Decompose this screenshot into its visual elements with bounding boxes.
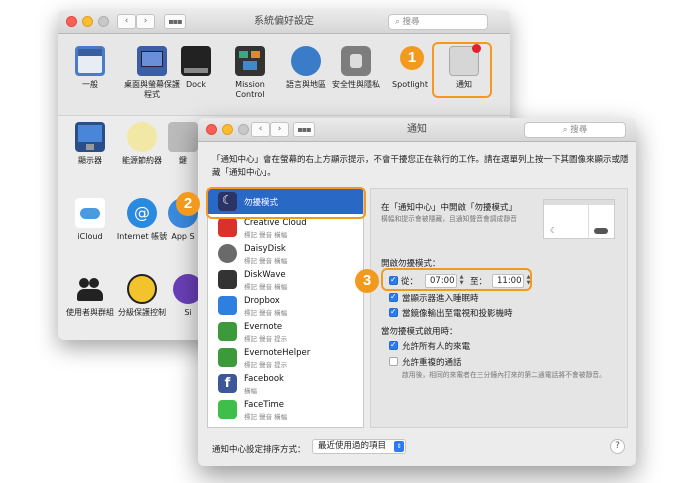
mirroring-checkbox[interactable] xyxy=(389,307,398,317)
titlebar: ‹ › ▪▪▪ 系統偏好設定 ⌕ 搜尋 xyxy=(58,10,510,34)
search-input[interactable]: ⌕ 搜尋 xyxy=(524,122,626,138)
pref-dock[interactable]: Dock xyxy=(166,46,226,90)
desktop-icon xyxy=(137,46,167,76)
repeated-calls-checkbox[interactable] xyxy=(389,357,398,366)
list-item[interactable]: DiskWave 標記 聲音 橫幅 xyxy=(208,267,363,292)
parental-controls-icon xyxy=(127,274,157,304)
moon-icon: ☾ xyxy=(550,226,558,235)
display-sleep-label: 當顯示器進入睡眠時 xyxy=(402,294,479,304)
security-icon xyxy=(341,46,371,76)
diskwave-icon xyxy=(218,270,237,289)
allow-calls-label: 允許所有人的來電 xyxy=(402,342,471,352)
help-button[interactable]: ? xyxy=(610,439,625,454)
display-sleep-checkbox[interactable] xyxy=(389,292,398,302)
display-icon xyxy=(75,122,105,152)
when-on-label: 當勿擾模式啟用時： xyxy=(381,327,458,337)
dock-icon xyxy=(181,46,211,76)
pref-keyboard[interactable]: 鍵 xyxy=(163,122,203,166)
callout-highlight-notifications xyxy=(432,42,492,98)
daisydisk-icon xyxy=(218,244,237,263)
sort-select[interactable]: 最近使用過的項目 ⇕ xyxy=(312,439,406,454)
callout-highlight-dnd xyxy=(206,187,366,219)
callout-badge-1: 1 xyxy=(400,46,424,70)
general-icon xyxy=(75,46,105,76)
titlebar: ‹ › ▪▪▪ 通知 ⌕ 搜尋 xyxy=(198,118,636,142)
sort-label: 通知中心設定排序方式： xyxy=(212,445,306,455)
dropbox-icon xyxy=(218,296,237,315)
creative-cloud-icon xyxy=(218,218,237,237)
list-item[interactable]: f Facebook 橫幅 xyxy=(208,371,363,396)
pref-icloud[interactable]: iCloud xyxy=(60,198,120,242)
dnd-preview-image: ☾ xyxy=(543,199,615,240)
list-item[interactable]: Dropbox 標記 聲音 橫幅 xyxy=(208,293,363,318)
callout-badge-2: 2 xyxy=(176,192,200,216)
pref-parental-controls[interactable]: 分級保護控制 xyxy=(112,274,172,318)
search-icon: ⌕ xyxy=(562,125,568,135)
notifications-window: ‹ › ▪▪▪ 通知 ⌕ 搜尋 「通知中心」會在螢幕的右上方顯示提示，不會干擾您… xyxy=(198,118,636,466)
keyboard-icon xyxy=(168,122,198,152)
dnd-settings-pane: 在「通知中心」中開啟「勿擾模式」 橫幅和提示會被隱藏，且通知聲音會調成靜音 ☾ … xyxy=(370,188,628,428)
search-input[interactable]: ⌕ 搜尋 xyxy=(388,14,488,30)
pref-mission-control[interactable]: Mission Control xyxy=(220,46,280,100)
mission-control-icon xyxy=(235,46,265,76)
internet-accounts-icon: @ xyxy=(127,198,157,228)
repeated-calls-label: 允許重複的通話 xyxy=(402,358,462,368)
pref-security[interactable]: 安全性與隱私 xyxy=(326,46,386,90)
evernote-icon xyxy=(218,322,237,341)
pref-users-groups[interactable]: 使用者與群組 xyxy=(60,274,120,318)
facebook-icon: f xyxy=(218,374,237,393)
energy-saver-icon xyxy=(127,122,157,152)
list-item[interactable]: Evernote 標記 聲音 提示 xyxy=(208,319,363,344)
icloud-icon xyxy=(75,198,105,228)
repeated-calls-explain: 啟用後，相同的來電者在三分鐘內打來的第二通電話將不會被靜音。 xyxy=(402,371,606,379)
pref-displays[interactable]: 顯示器 xyxy=(60,122,120,166)
search-icon: ⌕ xyxy=(395,17,400,27)
users-groups-icon xyxy=(75,274,105,304)
list-item[interactable]: EvernoteHelper 標記 聲音 提示 xyxy=(208,345,363,370)
allow-calls-checkbox[interactable] xyxy=(389,340,398,350)
description-text: 「通知中心」會在螢幕的右上方顯示提示，不會干擾您正在執行的工作。請在選單列上按一… xyxy=(212,155,629,178)
list-item[interactable]: DaisyDisk 標記 聲音 橫幅 xyxy=(208,241,363,266)
dnd-heading: 在「通知中心」中開啟「勿擾模式」 xyxy=(381,203,518,213)
callout-badge-3: 3 xyxy=(355,269,379,293)
chevron-updown-icon: ⇕ xyxy=(394,441,404,452)
mirroring-label: 當鏡像輸出至電視和投影機時 xyxy=(402,309,513,319)
app-list[interactable]: ☾ 勿擾模式 Creative Cloud 標記 聲音 橫幅 DaisyDisk… xyxy=(207,188,364,428)
callout-highlight-time xyxy=(381,268,532,291)
language-region-icon xyxy=(291,46,321,76)
pref-general[interactable]: 一般 xyxy=(60,46,120,90)
evernote-helper-icon xyxy=(218,348,237,367)
dnd-explain: 橫幅和提示會被隱藏，且通知聲音會調成靜音 xyxy=(381,215,517,223)
list-item[interactable]: FaceTime 標記 聲音 橫幅 xyxy=(208,397,363,422)
facetime-icon xyxy=(218,400,237,419)
